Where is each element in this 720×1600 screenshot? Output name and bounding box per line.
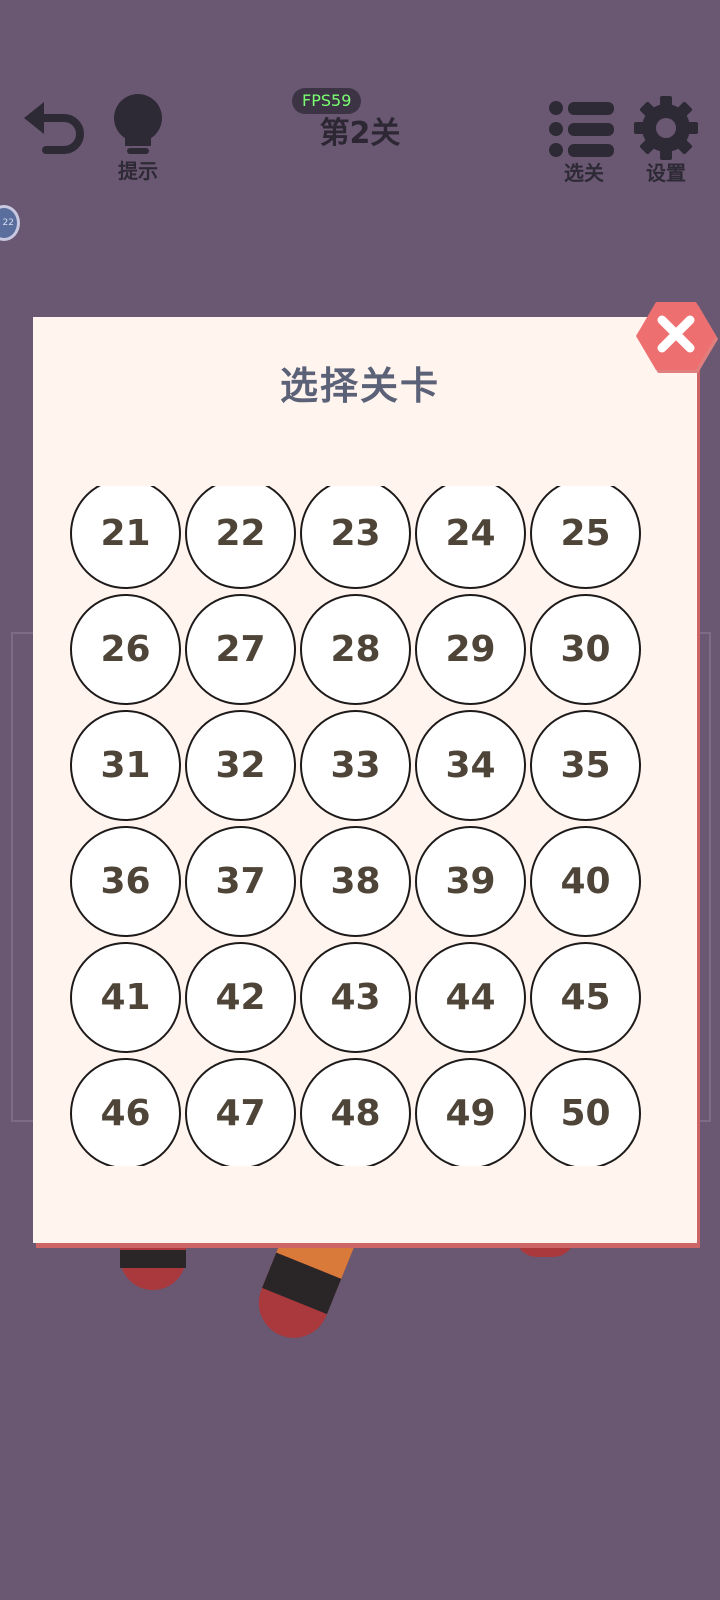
level-button[interactable]: 46 [70, 1058, 181, 1166]
settings-label: 设置 [646, 161, 686, 185]
level-button[interactable]: 27 [185, 594, 296, 705]
level-button[interactable]: 32 [185, 710, 296, 821]
level-button[interactable]: 47 [185, 1058, 296, 1166]
level-button[interactable]: 37 [185, 826, 296, 937]
level-button[interactable]: 39 [415, 826, 526, 937]
lightbulb-icon [114, 94, 162, 154]
level-button[interactable]: 28 [300, 594, 411, 705]
level-button[interactable]: 41 [70, 942, 181, 1053]
hint-label: 提示 [118, 159, 158, 183]
gear-icon [634, 96, 698, 160]
level-button[interactable]: 45 [530, 942, 641, 1053]
level-button[interactable]: 33 [300, 710, 411, 821]
level-button[interactable]: 44 [415, 942, 526, 1053]
level-button[interactable]: 36 [70, 826, 181, 937]
level-button[interactable]: 30 [530, 594, 641, 705]
level-button[interactable]: 38 [300, 826, 411, 937]
level-button[interactable]: 23 [300, 486, 411, 589]
level-select-button[interactable]: 选关 [548, 100, 620, 186]
level-button[interactable]: 43 [300, 942, 411, 1053]
level-button[interactable]: 24 [415, 486, 526, 589]
level-button[interactable]: 42 [185, 942, 296, 1053]
list-icon [549, 101, 614, 157]
level-button[interactable]: 35 [530, 710, 641, 821]
level-button[interactable]: 26 [70, 594, 181, 705]
level-button[interactable]: 40 [530, 826, 641, 937]
level-select-label: 选关 [564, 161, 604, 185]
close-icon [636, 302, 718, 373]
level-button[interactable]: 21 [70, 486, 181, 589]
dialog-title: 选择关卡 [279, 364, 440, 408]
undo-button[interactable] [18, 92, 90, 164]
level-button[interactable]: 50 [530, 1058, 641, 1166]
level-button[interactable]: 29 [415, 594, 526, 705]
level-button[interactable]: 22 [185, 486, 296, 589]
level-grid: 21 22 23 24 25 26 27 28 29 30 31 32 33 34 35 36 37 38 39 40… [70, 486, 650, 1166]
undo-icon [24, 102, 84, 154]
hint-button[interactable]: 提示 [105, 92, 171, 184]
level-button[interactable]: 34 [415, 710, 526, 821]
settings-button[interactable]: 设置 [630, 96, 702, 186]
level-button[interactable]: 25 [530, 486, 641, 589]
close-button[interactable] [634, 298, 718, 374]
level-button[interactable]: 48 [300, 1058, 411, 1166]
level-button[interactable]: 49 [415, 1058, 526, 1166]
level-chip: 22 [0, 205, 20, 241]
level-button[interactable]: 31 [70, 710, 181, 821]
current-level-title: 第2关 [319, 116, 401, 151]
